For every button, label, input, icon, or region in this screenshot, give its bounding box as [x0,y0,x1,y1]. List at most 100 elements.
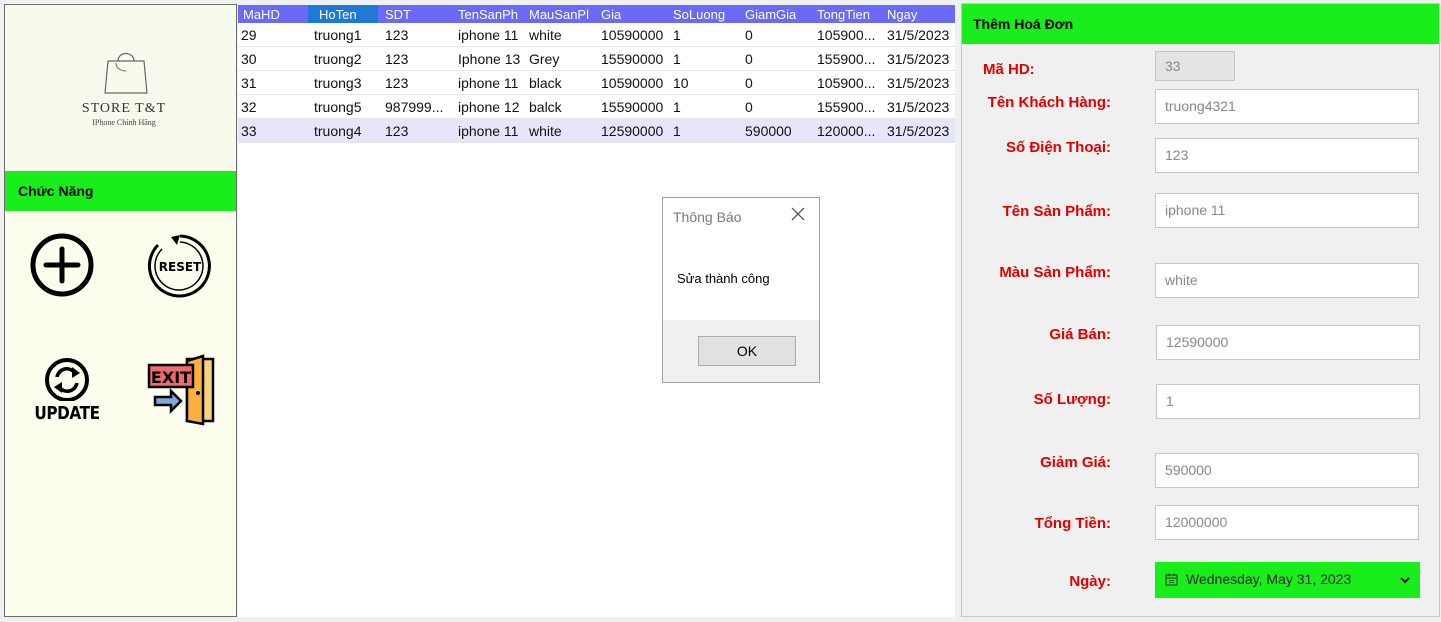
table-cell: iphone 11 [458,123,519,139]
dialog-button-bar: OK [663,320,819,382]
left-panel: STORE T&T IPhone Chính Hãng Chức Năng RE… [4,4,237,617]
table-cell: 32 [241,99,257,115]
table-cell: iphone 11 [458,27,519,43]
reset-button[interactable]: RESET [147,233,213,302]
table-cell: 15590000 [601,51,664,67]
table-cell: balck [529,99,562,115]
table-cell: 0 [745,27,753,43]
table-cell: 31/5/2023 [887,123,950,139]
table-cell: iphone 11 [458,75,519,91]
giam-gia-label: Giảm Giá: [1040,454,1111,471]
ma-hd-field[interactable]: 33 [1155,51,1235,81]
mau-san-pham-label: Màu Sản Phẩm: [999,264,1111,281]
table-cell: 987999... [385,99,444,115]
table-cell: white [529,123,562,139]
table-cell: 10590000 [601,75,664,91]
table-cell: 12590000 [601,123,664,139]
table-row[interactable]: 32 truong5 987999... iphone 12 balck 15590000… [238,95,955,119]
column-header-ngay[interactable]: Ngay [887,7,953,22]
reset-icon: RESET [147,234,211,298]
table-cell: 1 [673,27,681,43]
table-cell: 30 [241,51,257,67]
table-cell: 0 [745,99,753,115]
message-dialog: Thông Báo Sửa thành công OK [662,197,820,383]
dialog-message: Sửa thành công [677,271,770,286]
dialog-title: Thông Báo [673,209,742,225]
column-header-mahd[interactable]: MaHD [243,7,311,22]
table-cell: 105900... [817,27,876,43]
table-row[interactable]: 29 truong1 123 iphone 11 white 10590000 1 0 1059… [238,23,955,47]
ten-khach-hang-field[interactable]: truong4321 [1155,89,1419,124]
table-cell: black [529,75,562,91]
update-icon [45,358,89,401]
functions-header: Chức Năng [5,171,236,211]
giam-gia-field[interactable]: 590000 [1155,453,1419,488]
table-cell: 15590000 [601,99,664,115]
exit-label: EXIT [151,368,191,387]
store-logo: STORE T&T IPhone Chính Hãng [5,5,236,171]
so-dien-thoai-field[interactable]: 123 [1155,138,1419,173]
table-cell: truong1 [314,27,362,43]
column-header-soluong[interactable]: SoLuong [673,7,741,22]
chevron-down-icon[interactable] [1400,576,1410,584]
store-subtitle: IPhone Chính Hãng [92,118,156,127]
tong-tien-field[interactable]: 12000000 [1155,505,1419,540]
grid-header: MaHD HoTen SDT TenSanPh MauSanPl Gia SoLuong Gi… [238,5,955,23]
table-cell: 29 [241,27,257,43]
table-cell: Grey [529,51,560,67]
table-cell: 33 [241,123,257,139]
table-cell: 10 [673,75,689,91]
column-header-giamgia[interactable]: GiamGia [745,7,813,22]
close-icon[interactable] [790,206,806,222]
column-header-mausanpl[interactable]: MauSanPl [529,7,597,22]
invoice-grid[interactable]: MaHD HoTen SDT TenSanPh MauSanPl Gia SoLuong Gi… [238,5,955,617]
gia-ban-field[interactable]: 12590000 [1156,325,1420,360]
table-cell: 31/5/2023 [887,51,950,67]
table-cell: 31/5/2023 [887,99,950,115]
so-luong-field[interactable]: 1 [1156,384,1420,419]
table-row[interactable]: 30 truong2 123 Iphone 13 Grey 15590000 1 0 15590… [238,47,955,71]
table-cell: 1 [673,51,681,67]
ten-san-pham-field[interactable]: iphone 11 [1155,193,1419,228]
so-luong-label: Số Lượng: [1033,391,1111,408]
column-header-tensanph[interactable]: TenSanPh [458,7,526,22]
mau-san-pham-field[interactable]: white [1155,263,1419,298]
add-button[interactable] [30,233,94,300]
table-cell: truong2 [314,51,362,67]
table-row[interactable]: 33 truong4 123 iphone 11 white 12590000 1 59000… [238,119,955,143]
gia-ban-label: Giá Bán: [1049,326,1111,343]
column-header-hoten[interactable]: HoTen [308,5,378,23]
table-cell: 1 [673,123,681,139]
column-header-sdt[interactable]: SDT [385,7,453,22]
table-cell: 10590000 [601,27,664,43]
column-header-gia[interactable]: Gia [601,7,669,22]
ok-button[interactable]: OK [698,336,796,366]
form-title: Thêm Hoá Đơn [973,16,1074,32]
date-value: Wednesday, May 31, 2023 [1186,571,1352,587]
ma-hd-label: Mã HD: [983,61,1035,78]
functions-title: Chức Năng [18,183,94,199]
column-header-tongtien[interactable]: TongTien [817,7,883,22]
so-dien-thoai-label: Số Điện Thoại: [1006,139,1111,156]
table-cell: truong3 [314,75,362,91]
tong-tien-label: Tổng Tiền: [1034,515,1111,532]
add-circle-icon [30,233,94,297]
table-cell: 0 [745,51,753,67]
exit-door-icon: EXIT [147,354,215,426]
ten-san-pham-label: Tên Sản Phẩm: [1002,203,1111,220]
invoice-form-panel: Thêm Hoá Đơn Mã HD: 33 Tên Khách Hàng: t… [961,3,1440,617]
store-name: STORE T&T [81,101,167,116]
table-cell: 123 [385,123,409,139]
ngay-label: Ngày: [1069,573,1111,590]
table-cell: white [529,27,562,43]
calendar-icon [1165,573,1178,586]
exit-button[interactable]: EXIT [145,353,217,430]
table-cell: 31/5/2023 [887,27,950,43]
update-button[interactable]: UPDATE [25,357,105,429]
table-row[interactable]: 31 truong3 123 iphone 11 black 10590000 10 0 105… [238,71,955,95]
date-picker[interactable]: Wednesday, May 31, 2023 [1155,562,1420,598]
table-cell: 0 [745,75,753,91]
table-cell: 123 [385,75,409,91]
table-cell: 155900... [817,99,876,115]
table-cell: 155900... [817,51,876,67]
